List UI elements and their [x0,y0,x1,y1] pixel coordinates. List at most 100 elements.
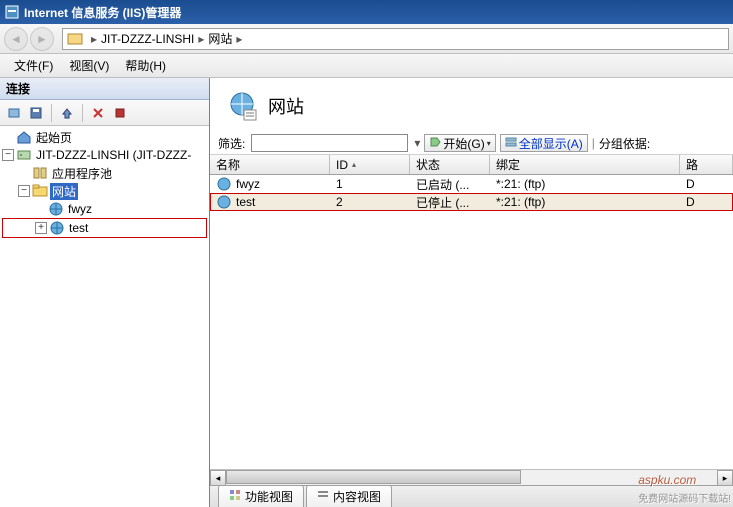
group-by-label: 分组依据: [599,135,650,152]
filter-input[interactable] [251,134,408,152]
chevron-right-icon: ▸ [91,32,97,46]
grid-body: fwyz 1 已启动 (... *:21: (ftp) D test 2 已停止… [210,175,733,475]
tab-label: 功能视图 [245,488,293,505]
toolbar-separator [82,104,83,122]
breadcrumb-node[interactable]: 网站 [208,30,232,47]
tree-label: fwyz [66,202,94,216]
features-icon [229,489,241,504]
nav-back-button[interactable]: ◄ [4,27,28,51]
chevron-right-icon: ▸ [198,32,204,46]
filter-bar: 筛选: ▾ 开始(G) ▾ 全部显示(A) | 分组依据: [210,132,733,155]
menu-file[interactable]: 文件(F) [6,55,61,76]
scroll-track[interactable] [226,470,717,485]
delete-icon[interactable] [88,103,108,123]
connect-icon[interactable] [4,103,24,123]
tab-features[interactable]: 功能视图 [218,485,304,507]
server-icon [67,31,83,47]
connections-toolbar [0,100,209,126]
cell-name: fwyz [236,177,260,191]
globe-icon [216,176,232,192]
save-icon[interactable] [26,103,46,123]
go-label: 开始(G) [443,135,484,152]
show-all-icon [505,136,517,151]
tree-app-pools[interactable]: 应用程序池 [2,164,207,182]
tree-expand-icon[interactable]: + [35,222,47,234]
tree-expander-empty [34,203,46,215]
tree-site-fwyz[interactable]: fwyz [2,200,207,218]
globe-icon [48,201,64,217]
cell-binding: *:21: (ftp) [496,177,545,191]
nav-forward-button[interactable]: ► [30,27,54,51]
column-label: 路 [686,156,698,173]
connections-tree[interactable]: 起始页 − JIT-DZZZ-LINSHI (JIT-DZZZ- 应用程序池 −… [0,126,209,507]
tree-expander-empty [18,167,30,179]
column-label: 绑定 [496,156,520,173]
tree-server[interactable]: − JIT-DZZZ-LINSHI (JIT-DZZZ- [2,146,207,164]
tree-label: JIT-DZZZ-LINSHI (JIT-DZZZ- [34,148,193,162]
table-row[interactable]: test 2 已停止 (... *:21: (ftp) D [210,193,733,211]
breadcrumb-server[interactable]: JIT-DZZZ-LINSHI [101,32,194,46]
table-row[interactable]: fwyz 1 已启动 (... *:21: (ftp) D [210,175,733,193]
chevron-down-icon: ▾ [487,139,491,148]
cell-binding: *:21: (ftp) [496,195,545,209]
cell-name: test [236,195,255,209]
column-label: ID [336,158,348,172]
tree-start-page[interactable]: 起始页 [2,128,207,146]
window-titlebar: Internet 信息服务 (IIS)管理器 [0,0,733,24]
globe-icon [49,220,65,236]
globe-icon [216,194,232,210]
app-icon [4,4,20,20]
breadcrumb[interactable]: ▸ JIT-DZZZ-LINSHI ▸ 网站 ▸ [62,28,729,50]
scroll-right-button[interactable]: ▸ [717,470,733,486]
tab-content[interactable]: 内容视图 [306,485,392,507]
tree-label: 应用程序池 [50,165,114,182]
content-icon [317,489,329,504]
show-all-label: 全部显示(A) [519,135,583,152]
page-title: 网站 [268,93,304,119]
folder-icon [32,183,48,199]
column-label: 名称 [216,156,240,173]
tree-collapse-icon[interactable]: − [18,185,30,197]
cell-status: 已停止 (... [416,194,469,211]
column-name[interactable]: 名称 [210,155,330,174]
column-id[interactable]: ID ▴ [330,155,410,174]
horizontal-scrollbar[interactable]: ◂ ▸ [210,469,733,485]
sort-asc-icon: ▴ [352,160,356,169]
content-header: 网站 [210,78,733,132]
home-icon [16,129,32,145]
column-status[interactable]: 状态 [410,155,490,174]
app-pool-icon [32,165,48,181]
sites-icon [226,90,258,122]
toolbar-separator [51,104,52,122]
show-all-button[interactable]: 全部显示(A) [500,134,588,152]
scroll-left-button[interactable]: ◂ [210,470,226,486]
menu-help[interactable]: 帮助(H) [117,55,174,76]
column-path[interactable]: 路 [680,155,733,174]
stop-icon[interactable] [110,103,130,123]
tree-site-test[interactable]: + test [3,219,206,237]
nav-bar: ◄ ► ▸ JIT-DZZZ-LINSHI ▸ 网站 ▸ [0,24,733,54]
up-icon[interactable] [57,103,77,123]
cell-path: D [686,195,695,209]
connections-header: 连接 [0,78,209,100]
column-binding[interactable]: 绑定 [490,155,680,174]
window-title: Internet 信息服务 (IIS)管理器 [24,4,181,21]
filter-label: 筛选: [218,135,245,152]
chevron-right-icon: ▸ [236,32,242,46]
menu-bar: 文件(F) 视图(V) 帮助(H) [0,54,733,78]
scroll-thumb[interactable] [226,470,521,484]
tree-expander-empty [2,131,14,143]
bottom-tabs: 功能视图 内容视图 [210,485,733,507]
menu-view[interactable]: 视图(V) [61,55,117,76]
grid-header: 名称 ID ▴ 状态 绑定 路 [210,155,733,175]
cell-id: 2 [336,195,343,209]
connections-panel: 连接 起始页 − JIT-DZZZ-LINSHI (JIT-DZZZ- [0,78,210,507]
sites-grid: 名称 ID ▴ 状态 绑定 路 fwyz 1 已启动 (... *:21: (ft… [210,155,733,507]
tab-label: 内容视图 [333,488,381,505]
tree-collapse-icon[interactable]: − [2,149,14,161]
server-icon [16,147,32,163]
go-icon [429,136,441,151]
tree-label: test [67,221,90,235]
tree-sites[interactable]: − 网站 [2,182,207,200]
go-button[interactable]: 开始(G) ▾ [424,134,495,152]
